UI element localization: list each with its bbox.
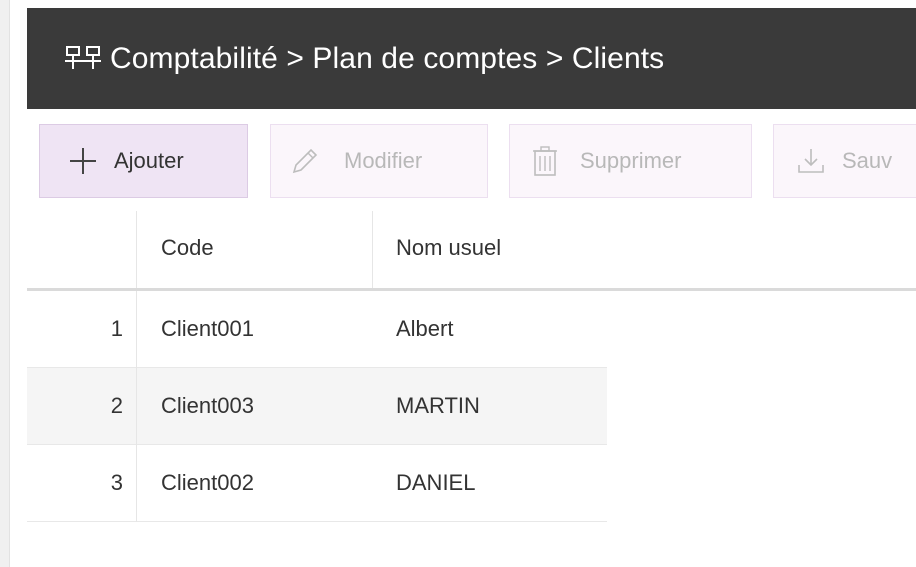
delete-button[interactable]: Supprimer xyxy=(509,124,752,198)
pencil-icon xyxy=(288,145,322,177)
breadcrumb-title: Comptabilité > Plan de comptes > Clients xyxy=(110,41,665,75)
toolbar: Ajouter Modifier Supprimer Sauv xyxy=(27,109,916,212)
table-row[interactable]: 2 Client003 MARTIN xyxy=(27,368,607,445)
column-separator xyxy=(136,291,137,522)
download-icon xyxy=(794,145,828,177)
edit-button-label: Modifier xyxy=(344,148,423,173)
edit-button[interactable]: Modifier xyxy=(270,124,488,198)
add-button-label: Ajouter xyxy=(114,148,184,173)
add-button[interactable]: Ajouter xyxy=(39,124,248,198)
plus-icon xyxy=(66,145,100,177)
column-separator xyxy=(372,211,373,288)
column-separator xyxy=(136,211,137,288)
save-button[interactable]: Sauv xyxy=(773,124,916,198)
cell-code: Client003 xyxy=(161,393,254,418)
table-row[interactable]: 1 Client001 Albert xyxy=(27,291,607,368)
trash-icon xyxy=(528,145,562,177)
cell-nom-usuel: Albert xyxy=(396,316,454,341)
column-header-code[interactable]: Code xyxy=(161,235,214,261)
delete-button-label: Supprimer xyxy=(580,148,682,173)
app-window: Comptabilité > Plan de comptes > Clients… xyxy=(27,0,916,567)
row-number: 1 xyxy=(110,316,123,341)
cell-nom-usuel: DANIEL xyxy=(396,470,476,495)
title-bar: Comptabilité > Plan de comptes > Clients xyxy=(27,8,916,109)
left-edge-strip xyxy=(0,0,10,567)
column-header-nom-usuel[interactable]: Nom usuel xyxy=(396,235,501,261)
hierarchy-icon xyxy=(65,44,101,72)
save-button-label: Sauv xyxy=(842,148,893,173)
row-number: 3 xyxy=(110,470,123,495)
table-row[interactable]: 3 Client002 DANIEL xyxy=(27,445,607,522)
cell-code: Client002 xyxy=(161,470,254,495)
row-number: 2 xyxy=(110,393,123,418)
cell-code: Client001 xyxy=(161,316,254,341)
cell-nom-usuel: MARTIN xyxy=(396,393,480,418)
table-header: Code Nom usuel xyxy=(27,211,916,291)
